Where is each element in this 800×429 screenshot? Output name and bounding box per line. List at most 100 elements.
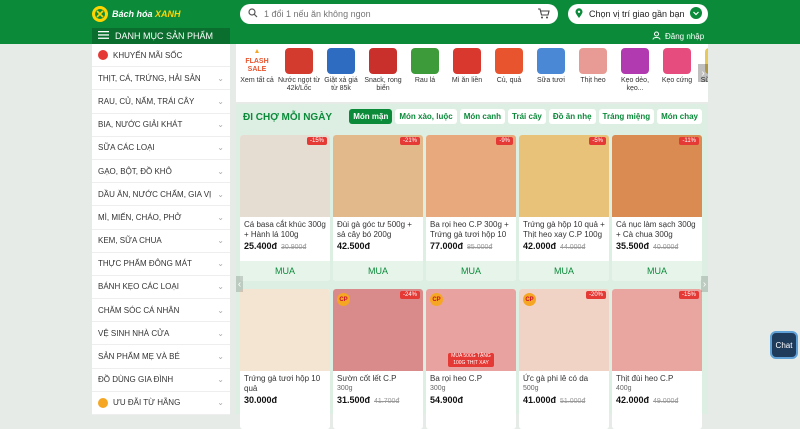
product-name[interactable]: Ba rọi heo C.P 300g + Trứng gà tươi hộp …: [426, 217, 516, 239]
dish-tab[interactable]: Tráng miệng: [598, 109, 655, 124]
product-image[interactable]: [240, 289, 330, 371]
login-button[interactable]: Đăng nhập: [652, 30, 704, 42]
brand-name: Bách hóa XANH: [112, 9, 181, 19]
product-card[interactable]: CP -20% Ức gà phi lê có da 500g 41.000đ 51.00…: [519, 289, 609, 429]
dish-tab[interactable]: Món xào, luộc: [395, 109, 457, 124]
category-tile[interactable]: Thịt heo: [572, 44, 614, 102]
sidebar-item-cleaning[interactable]: VỆ SINH NHÀ CỬA ⌄: [92, 322, 230, 346]
product-image[interactable]: [612, 289, 702, 371]
sidebar-item-household[interactable]: ĐỒ DÙNG GIA ĐÌNH ⌄: [92, 369, 230, 392]
product-card[interactable]: CP MUA 500G TẶNG 100G THỊT XAY Ba rọi heo …: [426, 289, 516, 429]
sidebar-item-frozen[interactable]: THỰC PHẨM ĐÔNG MÁT ⌄: [92, 253, 230, 276]
category-tile[interactable]: Củ, quả: [488, 44, 530, 102]
category-image: FLASH SALE: [243, 48, 271, 74]
product-name[interactable]: Trứng gà tươi hộp 10 quả: [240, 371, 330, 393]
product-name[interactable]: Trứng gà hộp 10 quả + Thịt heo xay C.P 1…: [519, 217, 609, 239]
product-card[interactable]: -15% Cá basa cắt khúc 300g + Hành lá 100g…: [240, 135, 330, 281]
sidebar-item-noodles[interactable]: MÌ, MIẾN, CHÁO, PHỞ ⌄: [92, 206, 230, 230]
sidebar-item-icecream[interactable]: KEM, SỮA CHUA ⌄: [92, 230, 230, 253]
product-card[interactable]: -5% Trứng gà hộp 10 quả + Thịt heo xay C.…: [519, 135, 609, 281]
search-bar[interactable]: [240, 4, 558, 24]
category-image: [495, 48, 523, 74]
sidebar-item-mom-baby[interactable]: SẢN PHẨM MẸ VÀ BÉ ⌄: [92, 345, 230, 369]
category-tile[interactable]: Nước ngọt từ 42k/Lốc: [278, 44, 320, 102]
buy-button[interactable]: MUA: [333, 261, 423, 281]
product-image[interactable]: [426, 135, 516, 217]
product-name[interactable]: Đùi gà góc tư 500g + sả cây bó 200g: [333, 217, 423, 239]
category-tile[interactable]: Mì ăn liền: [446, 44, 488, 102]
search-input[interactable]: [264, 9, 531, 19]
product-price: 42.000đ: [616, 395, 650, 405]
sidebar-item-milk[interactable]: SỮA CÁC LOẠI ⌄: [92, 137, 230, 160]
chat-button[interactable]: Chat: [770, 331, 798, 359]
product-image[interactable]: [612, 135, 702, 217]
category-image: [579, 48, 607, 74]
chevron-down-icon: [690, 7, 702, 21]
product-card[interactable]: -11% Cá nục làm sạch 300g + Cà chua 300g 3…: [612, 135, 702, 281]
buy-button[interactable]: MUA: [240, 261, 330, 281]
category-tile[interactable]: Giặt xả giá từ 85k: [320, 44, 362, 102]
product-price: 30.000đ: [244, 395, 278, 405]
product-price: 42.500đ: [337, 241, 371, 251]
brand-logo[interactable]: Bách hóa XANH: [92, 5, 181, 23]
brand-badge: CP: [337, 293, 350, 306]
dish-tab[interactable]: Món chay: [657, 109, 702, 124]
buy-button[interactable]: MUA: [612, 261, 702, 281]
product-card[interactable]: -15% Thịt đùi heo C.P 400g 42.000đ 49.000đ: [612, 289, 702, 429]
category-tile[interactable]: Sữa tươi: [530, 44, 572, 102]
category-tile[interactable]: Kẹo dẻo, kẹo...: [614, 44, 656, 102]
product-image[interactable]: [519, 135, 609, 217]
product-image[interactable]: [333, 135, 423, 217]
sidebar-item-condiments[interactable]: DẦU ĂN, NƯỚC CHẤM, GIA VỊ ⌄: [92, 183, 230, 207]
categories-menu-button[interactable]: DANH MỤC SẢN PHẨM: [92, 28, 230, 44]
product-card[interactable]: -9% Ba rọi heo C.P 300g + Trứng gà tươi h…: [426, 135, 516, 281]
category-label: Kẹo dẻo, kẹo...: [620, 77, 650, 92]
product-name[interactable]: Sườn cốt lết C.P: [333, 371, 423, 383]
sidebar-item-personal-care[interactable]: CHĂM SÓC CÁ NHÂN ⌄: [92, 299, 230, 323]
product-weight: 300g: [430, 385, 446, 392]
sidebar-item-vegetables[interactable]: RAU, CỦ, NẤM, TRÁI CÂY ⌄: [92, 90, 230, 114]
product-name[interactable]: Ức gà phi lê có da: [519, 371, 609, 383]
product-name[interactable]: Thịt đùi heo C.P: [612, 371, 702, 383]
cart-icon[interactable]: [537, 7, 550, 21]
dish-tab[interactable]: Đồ ăn nhẹ: [548, 109, 596, 124]
product-name[interactable]: Ba rọi heo C.P: [426, 371, 516, 383]
chevron-right-icon[interactable]: ›: [701, 276, 708, 292]
product-name[interactable]: Cá basa cắt khúc 300g + Hành lá 100g: [240, 217, 330, 239]
buy-button[interactable]: MUA: [426, 261, 516, 281]
category-tile[interactable]: Snack, rong biển: [362, 44, 404, 102]
product-image[interactable]: [240, 135, 330, 217]
chevron-down-icon: ⌄: [217, 166, 224, 176]
sidebar-item-meat-fish[interactable]: THỊT, CÁ, TRỨNG, HẢI SẢN ⌄: [92, 67, 230, 91]
sidebar-item-dry-goods[interactable]: GẠO, BỘT, ĐỒ KHÔ ⌄: [92, 160, 230, 184]
product-weight: 400g: [616, 385, 632, 392]
chevron-down-icon: ⌄: [217, 375, 224, 385]
product-name[interactable]: Cá nục làm sạch 300g + Cà chua 300g: [612, 217, 702, 239]
buy-button[interactable]: MUA: [519, 261, 609, 281]
category-image: [663, 48, 691, 74]
category-image: [285, 48, 313, 74]
sidebar-item-promo[interactable]: KHUYẾN MÃI SỐC: [92, 44, 230, 68]
dish-tabs: Món mặn Món xào, luộc Món canh Trái cây Đồ ă…: [349, 109, 702, 124]
chevron-right-icon[interactable]: ›: [698, 64, 708, 82]
chevron-down-icon: ⌄: [217, 212, 224, 222]
category-label: Củ, quả: [496, 77, 522, 84]
product-old-price: 85.000đ: [467, 244, 493, 251]
dish-tab[interactable]: Món mặn: [349, 109, 393, 124]
product-old-price: 49.000đ: [653, 398, 679, 405]
sidebar-item-drinks[interactable]: BIA, NƯỚC GIẢI KHÁT ⌄: [92, 114, 230, 137]
category-tile[interactable]: Rau lá: [404, 44, 446, 102]
sidebar-item-snacks[interactable]: BÁNH KẸO CÁC LOẠI ⌄: [92, 276, 230, 300]
product-card[interactable]: Trứng gà tươi hộp 10 quả 30.000đ: [240, 289, 330, 429]
chevron-left-icon[interactable]: ‹: [236, 276, 243, 292]
category-tile[interactable]: FLASH SALE Xem tất cả: [236, 44, 278, 102]
product-card[interactable]: CP -24% Sườn cốt lết C.P 300g 31.500đ 41.700đ: [333, 289, 423, 429]
sidebar-item-brand-deals[interactable]: ƯU ĐÃI TỪ HÃNG ⌄: [92, 392, 230, 415]
location-selector[interactable]: Chọn vị trí giao gần bạn: [568, 4, 708, 24]
dish-tab[interactable]: Trái cây: [508, 109, 546, 124]
dish-tab[interactable]: Món canh: [459, 109, 506, 124]
product-card[interactable]: -21% Đùi gà góc tư 500g + sả cây bó 200g 4…: [333, 135, 423, 281]
svg-text:SALE: SALE: [248, 66, 267, 73]
category-tile[interactable]: Kẹo cứng: [656, 44, 698, 102]
product-old-price: 51.000đ: [560, 398, 586, 405]
